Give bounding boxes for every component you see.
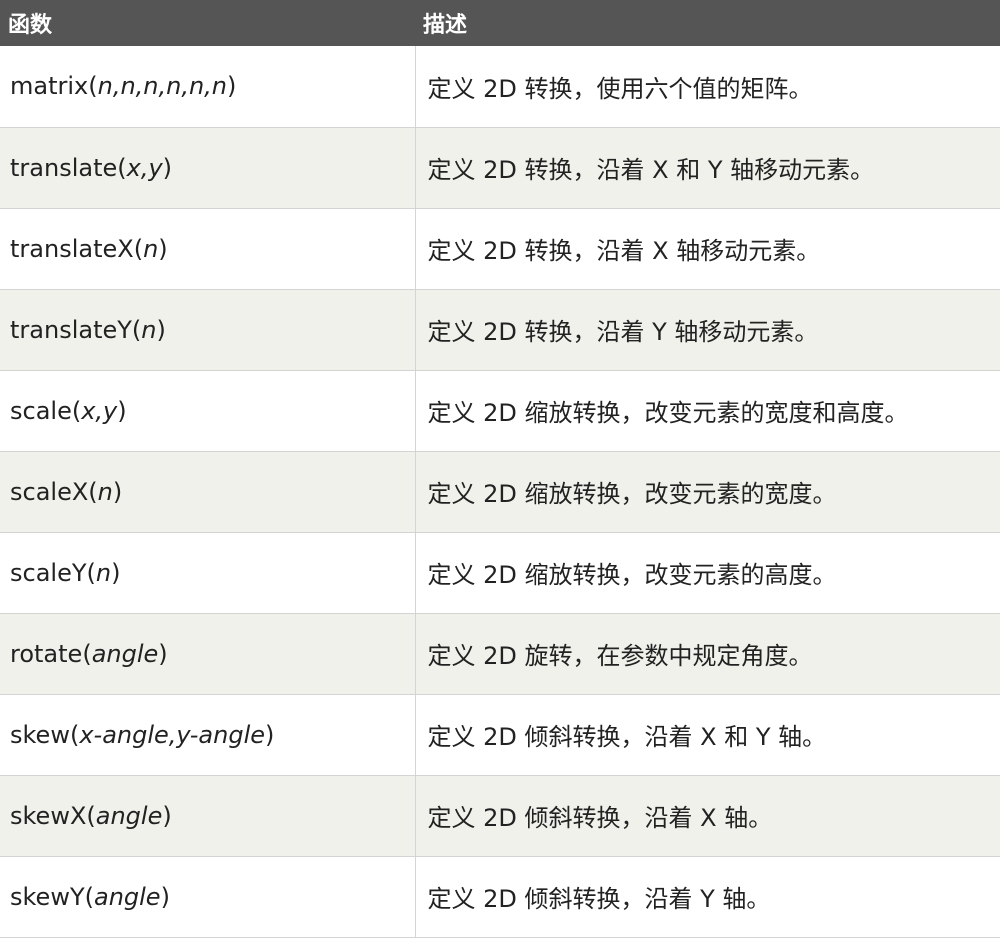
table-row: rotate(angle) 定义 2D 旋转，在参数中规定角度。 — [0, 613, 1000, 695]
function-name: translate — [10, 153, 118, 182]
open-paren: ( — [88, 72, 98, 101]
close-paren: ) — [111, 558, 121, 587]
function-cell: translateX(n) — [0, 208, 416, 290]
table-row: scaleY(n) 定义 2D 缩放转换，改变元素的高度。 — [0, 532, 1000, 614]
description-cell: 定义 2D 转换，使用六个值的矩阵。 — [415, 46, 1000, 128]
open-paren: ( — [82, 639, 92, 668]
function-name: skewY — [10, 882, 85, 911]
table-row: skewY(angle) 定义 2D 倾斜转换，沿着 Y 轴。 — [0, 856, 1000, 938]
close-paren: ) — [265, 720, 275, 749]
css-2d-transform-functions-table: 函数 描述 matrix(n,n,n,n,n,n) 定义 2D 转换，使用六个值… — [0, 0, 1000, 938]
description-cell: 定义 2D 缩放转换，改变元素的宽度。 — [415, 451, 1000, 533]
table-row: scale(x,y) 定义 2D 缩放转换，改变元素的宽度和高度。 — [0, 370, 1000, 452]
function-cell: scaleY(n) — [0, 532, 416, 614]
close-paren: ) — [227, 72, 237, 101]
function-cell: rotate(angle) — [0, 613, 416, 695]
description-cell: 定义 2D 倾斜转换，沿着 X 轴。 — [415, 775, 1000, 857]
close-paren: ) — [156, 315, 166, 344]
column-header-description: 描述 — [415, 0, 1000, 46]
function-args: n — [97, 477, 113, 506]
function-args: x,y — [126, 153, 163, 182]
close-paren: ) — [160, 882, 170, 911]
table-row: translateY(n) 定义 2D 转换，沿着 Y 轴移动元素。 — [0, 289, 1000, 371]
function-cell: scale(x,y) — [0, 370, 416, 452]
open-paren: ( — [117, 153, 127, 182]
function-args: n,n,n,n,n,n — [97, 72, 228, 101]
table-row: translateX(n) 定义 2D 转换，沿着 X 轴移动元素。 — [0, 208, 1000, 290]
open-paren: ( — [86, 558, 96, 587]
table-header: 函数 描述 — [0, 0, 1000, 46]
open-paren: ( — [133, 234, 144, 263]
close-paren: ) — [158, 639, 168, 668]
function-name: rotate — [10, 639, 83, 668]
close-paren: ) — [162, 153, 173, 182]
close-paren: ) — [162, 801, 172, 830]
close-paren: ) — [117, 396, 127, 425]
description-cell: 定义 2D 旋转，在参数中规定角度。 — [415, 613, 1000, 695]
function-name: skew — [10, 720, 70, 749]
function-name: scaleY — [10, 558, 87, 587]
table-row: matrix(n,n,n,n,n,n) 定义 2D 转换，使用六个值的矩阵。 — [0, 46, 1000, 128]
table-row: scaleX(n) 定义 2D 缩放转换，改变元素的宽度。 — [0, 451, 1000, 533]
function-cell: translate(x,y) — [0, 127, 416, 209]
function-cell: skewY(angle) — [0, 856, 416, 938]
function-name: matrix — [10, 72, 89, 101]
function-args: n — [143, 234, 159, 263]
function-cell: scaleX(n) — [0, 451, 416, 533]
open-paren: ( — [88, 477, 98, 506]
description-cell: 定义 2D 倾斜转换，沿着 X 和 Y 轴。 — [415, 694, 1000, 776]
header-row: 函数 描述 — [0, 0, 1000, 46]
function-name: scaleX — [10, 477, 89, 506]
function-args: n — [95, 558, 112, 587]
function-args: angle — [93, 882, 161, 911]
function-name: translateX — [10, 234, 134, 263]
function-args: angle — [91, 639, 159, 668]
description-cell: 定义 2D 转换，沿着 Y 轴移动元素。 — [415, 289, 1000, 371]
function-args: n — [141, 315, 157, 344]
table-body: matrix(n,n,n,n,n,n) 定义 2D 转换，使用六个值的矩阵。 t… — [0, 46, 1000, 938]
close-paren: ) — [112, 477, 123, 506]
function-args: x,y — [81, 396, 118, 425]
description-cell: 定义 2D 转换，沿着 X 轴移动元素。 — [415, 208, 1000, 290]
function-cell: skew(x-angle,y-angle) — [0, 694, 416, 776]
table-row: translate(x,y) 定义 2D 转换，沿着 X 和 Y 轴移动元素。 — [0, 127, 1000, 209]
function-cell: matrix(n,n,n,n,n,n) — [0, 46, 416, 128]
function-args: x-angle,y-angle — [79, 720, 265, 749]
open-paren: ( — [86, 801, 96, 830]
table-row: skewX(angle) 定义 2D 倾斜转换，沿着 X 轴。 — [0, 775, 1000, 857]
description-cell: 定义 2D 倾斜转换，沿着 Y 轴。 — [415, 856, 1000, 938]
open-paren: ( — [84, 882, 94, 911]
description-cell: 定义 2D 缩放转换，改变元素的宽度和高度。 — [415, 370, 1000, 452]
function-cell: translateY(n) — [0, 289, 416, 371]
open-paren: ( — [131, 315, 142, 344]
table-row: skew(x-angle,y-angle) 定义 2D 倾斜转换，沿着 X 和 … — [0, 694, 1000, 776]
description-cell: 定义 2D 转换，沿着 X 和 Y 轴移动元素。 — [415, 127, 1000, 209]
function-cell: skewX(angle) — [0, 775, 416, 857]
close-paren: ) — [158, 234, 168, 263]
open-paren: ( — [69, 720, 80, 749]
function-name: translateY — [10, 315, 132, 344]
function-name: skewX — [10, 801, 87, 830]
description-cell: 定义 2D 缩放转换，改变元素的高度。 — [415, 532, 1000, 614]
function-name: scale — [10, 396, 72, 425]
column-header-function: 函数 — [0, 0, 415, 46]
open-paren: ( — [71, 396, 82, 425]
function-args: angle — [95, 801, 163, 830]
